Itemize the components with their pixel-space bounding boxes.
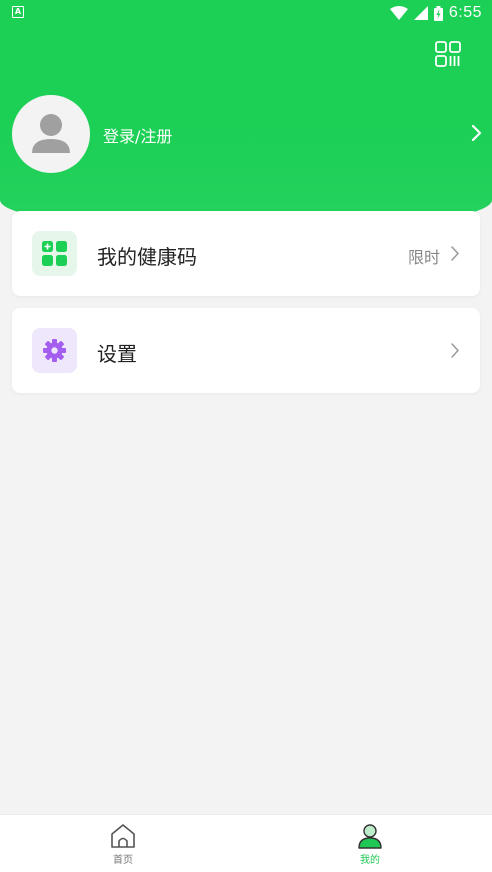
- user-icon: [358, 824, 382, 849]
- avatar-icon: [32, 114, 70, 153]
- health-code-label: 我的健康码: [97, 245, 197, 269]
- home-icon: [111, 824, 135, 848]
- chevron-right-icon: [451, 246, 459, 261]
- status-right-group: 6:55: [389, 3, 482, 23]
- scan-icon: [435, 41, 461, 67]
- battery-icon: [433, 5, 443, 21]
- status-time: 6:55: [448, 4, 482, 21]
- status-bar: A 6:55: [0, 0, 492, 26]
- tab-mine[interactable]: 我的: [340, 823, 400, 872]
- profile-row[interactable]: 登录/注册: [12, 95, 482, 173]
- bottom-tab-bar: 首页 我的: [0, 814, 492, 872]
- chevron-right-icon: [451, 343, 459, 358]
- tab-home-label: 首页: [113, 855, 133, 866]
- wifi-icon: [389, 6, 408, 20]
- limited-time-badge: 限时: [407, 248, 440, 267]
- health-code-icon-box: [32, 231, 77, 276]
- settings-label: 设置: [97, 342, 137, 366]
- notification-app-icon: A: [12, 6, 24, 18]
- settings-item[interactable]: 设置: [12, 308, 480, 393]
- health-code-item[interactable]: 我的健康码 限时: [12, 211, 480, 296]
- tab-mine-label: 我的: [360, 855, 380, 866]
- chevron-right-icon: [471, 124, 482, 142]
- login-register-link[interactable]: 登录/注册: [103, 123, 172, 147]
- tab-home[interactable]: 首页: [93, 823, 153, 872]
- health-code-icon: [42, 241, 67, 266]
- avatar[interactable]: [12, 95, 90, 173]
- signal-icon: [413, 6, 428, 20]
- gear-icon: [43, 339, 66, 362]
- scan-button[interactable]: [434, 40, 462, 68]
- settings-icon-box: [32, 328, 77, 373]
